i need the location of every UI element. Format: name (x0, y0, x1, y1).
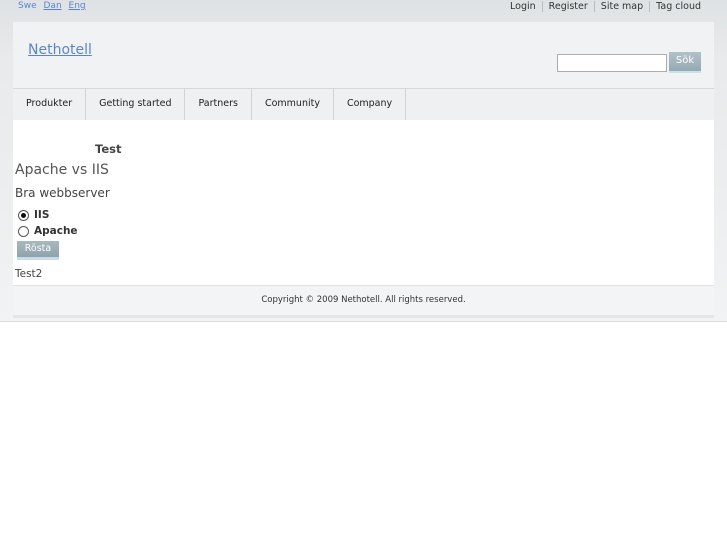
login-link[interactable]: Login (504, 1, 542, 12)
site-logo-link[interactable]: Nethotell (28, 42, 92, 58)
nav-item-community[interactable]: Community (252, 89, 334, 120)
site-map-link[interactable]: Site map (593, 1, 650, 12)
lang-swe-link[interactable]: Swe (18, 1, 37, 11)
vote-button[interactable]: Rösta (17, 241, 59, 260)
main-nav: Produkter Getting started Partners Commu… (13, 88, 714, 121)
lang-eng-link[interactable]: Eng (69, 1, 86, 11)
lang-dan-link[interactable]: Dan (44, 1, 62, 11)
search-button[interactable]: Sök (669, 52, 701, 73)
main-content: Test Apache vs IIS Bra webbserver IIS Ap… (13, 120, 714, 285)
language-switcher: Swe Dan Eng (18, 1, 90, 11)
nav-item-getting-started[interactable]: Getting started (86, 89, 186, 120)
copyright-text: Copyright © 2009 Nethotell. All rights r… (261, 295, 466, 305)
poll-option-label: IIS (34, 209, 50, 221)
poll-option-iis[interactable]: IIS (18, 209, 49, 221)
site-header: Nethotell Sök (13, 22, 714, 88)
top-bar: Swe Dan Eng Login Register Site map Tag clo… (13, 0, 714, 22)
site-footer: Copyright © 2009 Nethotell. All rights r… (13, 285, 714, 316)
nav-item-partners[interactable]: Partners (185, 89, 252, 120)
poll-option-label: Apache (34, 225, 78, 237)
content-footer-text: Test2 (15, 268, 43, 280)
radio-selected-icon[interactable] (18, 209, 29, 221)
search-input[interactable] (557, 54, 667, 72)
top-links: Login Register Site map Tag cloud (504, 1, 707, 12)
poll-question: Bra webbserver (15, 186, 110, 200)
footer-shadow (13, 315, 714, 318)
nav-item-company[interactable]: Company (334, 89, 407, 120)
tag-cloud-link[interactable]: Tag cloud (649, 1, 707, 12)
content-heading: Test (95, 142, 122, 156)
poll-title: Apache vs IIS (15, 162, 109, 178)
poll-option-apache[interactable]: Apache (18, 225, 78, 237)
register-link[interactable]: Register (541, 1, 594, 12)
radio-unselected-icon[interactable] (18, 225, 29, 237)
nav-item-produkter[interactable]: Produkter (13, 89, 87, 120)
